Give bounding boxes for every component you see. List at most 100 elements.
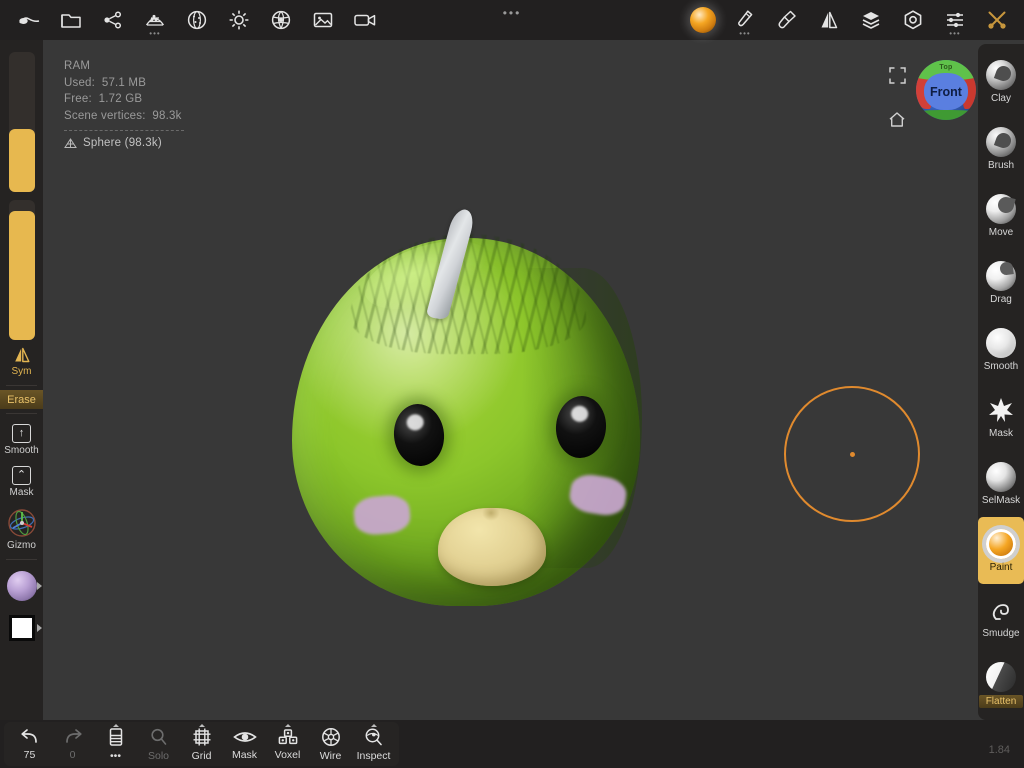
video-camera-icon — [354, 14, 376, 26]
bottom-toolbar-group: 75 0 ••• Solo Grid Mask Voxel Wire Inspe… — [4, 722, 399, 766]
view-cube-front-face[interactable]: Front — [924, 73, 968, 111]
ram-free-row: Free: 1.72 GB — [64, 91, 184, 108]
undo-arrow-icon — [20, 729, 37, 743]
mask-visibility-button[interactable]: Mask — [223, 722, 266, 766]
intensity-slider[interactable] — [8, 200, 35, 340]
erase-toggle[interactable]: Erase — [0, 390, 43, 409]
fullscreen-button[interactable] — [884, 62, 910, 88]
scene-settings-button[interactable] — [892, 0, 934, 40]
layers-button-top[interactable] — [850, 0, 892, 40]
standard-brush-icon — [986, 126, 1016, 157]
radius-slider[interactable] — [8, 52, 35, 192]
brush-item-move[interactable]: Move — [978, 182, 1024, 249]
brush-item-smudge[interactable]: Smudge — [978, 584, 1024, 651]
voxel-button[interactable]: Voxel — [266, 722, 309, 766]
brush-label: Mask — [989, 427, 1013, 439]
redo-button[interactable]: 0 — [51, 722, 94, 766]
ram-free-value: 1.72 GB — [98, 93, 143, 105]
primitives-button[interactable]: ••• — [134, 0, 176, 40]
ram-used-row: Used: 57.1 MB — [64, 75, 184, 92]
voxel-label: Voxel — [274, 749, 301, 761]
magnifier-icon — [150, 728, 166, 745]
grid-button[interactable]: Grid — [180, 722, 223, 766]
sliders-button[interactable]: ••• — [934, 0, 976, 40]
record-video-button[interactable] — [344, 0, 386, 40]
active-tick — [112, 724, 119, 727]
matcap-button[interactable] — [176, 0, 218, 40]
wire-button[interactable]: Wire — [309, 722, 352, 766]
solo-button[interactable]: Solo — [137, 722, 180, 766]
inspect-button[interactable]: Inspect — [352, 722, 395, 766]
sliders-icon — [947, 12, 963, 28]
sculpted-model[interactable] — [292, 207, 644, 608]
matcap-sphere-icon — [187, 10, 207, 30]
material-preview-sphere — [6, 571, 37, 601]
viewport-nav-buttons — [884, 62, 912, 150]
mask-label: Mask — [9, 487, 34, 498]
environment-button[interactable] — [260, 0, 302, 40]
material-ball-button[interactable] — [682, 0, 724, 40]
ram-free-label: Free: — [64, 93, 92, 105]
sculpt-logo-button[interactable] — [8, 0, 50, 40]
scene-object-row[interactable]: Sphere (98.3k) — [64, 135, 184, 152]
flatten-brush-icon — [986, 661, 1016, 692]
share-nodes-icon — [104, 11, 122, 29]
chevron-right-icon — [37, 582, 42, 590]
sun-icon — [229, 10, 249, 30]
stats-divider — [64, 130, 184, 131]
smooth-shortcut[interactable]: ↑ Smooth — [0, 418, 43, 460]
wrench-screwdriver-icon — [988, 11, 1006, 29]
material-preview-row[interactable] — [0, 564, 43, 608]
ram-title: RAM — [64, 60, 91, 72]
view-cube-bottom-face[interactable] — [916, 110, 976, 120]
active-tick — [284, 724, 291, 727]
brush-item-paint[interactable]: Paint — [978, 517, 1024, 584]
model-snout — [438, 505, 546, 586]
scene-statistics: RAM Used: 57.1 MB Free: 1.72 GB Scene ve… — [64, 58, 184, 152]
background-image-button[interactable] — [302, 0, 344, 40]
paintbrush-icon — [738, 10, 753, 27]
symmetry-label: Sym — [11, 366, 32, 377]
left-sidebar-divider-3 — [6, 559, 37, 560]
primitives-icon — [145, 14, 165, 26]
brush-label: Paint — [989, 561, 1013, 573]
mask-brush-icon — [989, 397, 1013, 422]
brush-item-mask[interactable]: Mask — [978, 383, 1024, 450]
primitives-more-dots: ••• — [149, 29, 161, 38]
layers-button[interactable]: ••• — [94, 722, 137, 766]
brush-item-flatten[interactable]: Flatten — [978, 651, 1024, 718]
brush-item-drag[interactable]: Drag — [978, 249, 1024, 316]
gizmo-toggle[interactable]: Gizmo — [0, 502, 43, 555]
brush-item-selmask[interactable]: SelMask — [978, 450, 1024, 517]
symmetry-toggle[interactable]: Sym — [0, 340, 43, 381]
brush-item-smooth[interactable]: Smooth — [978, 316, 1024, 383]
undo-button[interactable]: 75 — [8, 722, 51, 766]
redo-count: 0 — [69, 749, 76, 761]
color-swatch — [8, 615, 35, 641]
arrow-up-box-icon: ⌃ — [12, 466, 31, 485]
mesh-icon — [64, 137, 77, 149]
gizmo-label: Gizmo — [7, 540, 36, 551]
color-swatch-row[interactable] — [0, 608, 43, 648]
share-button[interactable] — [92, 0, 134, 40]
topbar-overflow-dots[interactable]: ••• — [503, 7, 522, 19]
radius-slider-fill — [8, 129, 35, 192]
inspect-label: Inspect — [356, 750, 391, 762]
brush-item-clay[interactable]: Clay — [978, 48, 1024, 115]
stroke-settings-button[interactable] — [766, 0, 808, 40]
home-view-button[interactable] — [884, 106, 910, 132]
brush-label: Drag — [990, 293, 1012, 305]
gear-hex-icon — [904, 10, 922, 30]
tools-button[interactable] — [976, 0, 1018, 40]
3d-viewport[interactable]: RAM Used: 57.1 MB Free: 1.72 GB Scene ve… — [0, 0, 1024, 768]
symmetry-button[interactable] — [808, 0, 850, 40]
wire-label: Wire — [319, 750, 342, 762]
brush-label: Flatten — [978, 694, 1024, 708]
brush-settings-button[interactable]: ••• — [724, 0, 766, 40]
lighting-button[interactable] — [218, 0, 260, 40]
ram-used-label: Used: — [64, 76, 96, 89]
view-orientation-gizmo[interactable]: Top Front — [916, 60, 976, 120]
brush-item-brush[interactable]: Brush — [978, 115, 1024, 182]
open-file-button[interactable] — [50, 0, 92, 40]
mask-shortcut[interactable]: ⌃ Mask — [0, 460, 43, 502]
